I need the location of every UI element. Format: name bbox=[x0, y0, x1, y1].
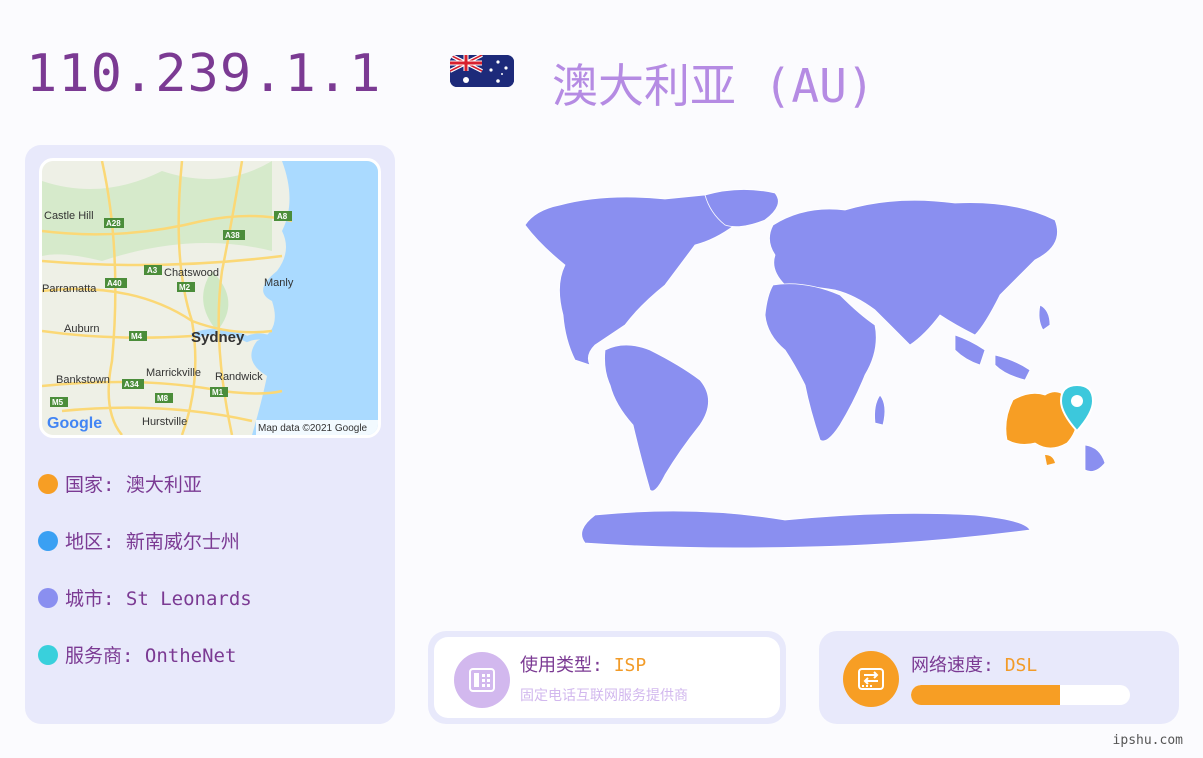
info-isp-text: 服务商: OntheNet bbox=[65, 645, 237, 667]
speed-bar bbox=[911, 685, 1130, 705]
region-dot-icon bbox=[38, 530, 58, 551]
road-shield: M4 bbox=[131, 332, 143, 341]
road-shield: A38 bbox=[225, 231, 240, 240]
world-map bbox=[455, 185, 1155, 560]
road-shield: M2 bbox=[179, 283, 191, 292]
map-label-marrickville: Marrickville bbox=[146, 367, 201, 379]
map-label-bankstown: Bankstown bbox=[56, 374, 110, 386]
map-label-parramatta: Parramatta bbox=[42, 283, 97, 295]
info-region: 地区: 新南威尔士州 bbox=[38, 527, 240, 554]
road-shield: M1 bbox=[212, 388, 224, 397]
road-shield: A8 bbox=[277, 212, 288, 221]
road-shield: M5 bbox=[52, 398, 64, 407]
map-copyright: Map data ©2021 Google bbox=[258, 423, 368, 434]
country-dot-icon bbox=[38, 473, 58, 494]
isp-dot-icon bbox=[38, 644, 58, 665]
info-country-text: 国家: 澳大利亚 bbox=[65, 474, 202, 496]
usage-type-label: 使用类型: ISP bbox=[520, 655, 647, 676]
country-title: 澳大利亚 (AU) bbox=[552, 59, 875, 113]
road-shield: A34 bbox=[124, 380, 139, 389]
network-switch-icon bbox=[843, 651, 899, 707]
sydney-map[interactable]: Castle Hill Chatswood Parramatta Manly A… bbox=[39, 158, 381, 438]
map-label-sydney: Sydney bbox=[191, 329, 245, 346]
map-label-chatswood: Chatswood bbox=[164, 267, 219, 279]
network-speed-value: DSL bbox=[1004, 655, 1038, 676]
info-city-text: 城市: St Leonards bbox=[65, 588, 252, 610]
road-shield: A28 bbox=[106, 219, 121, 228]
road-shield: A3 bbox=[147, 266, 158, 275]
map-label-auburn: Auburn bbox=[64, 323, 99, 335]
usage-type-card: 使用类型: ISP 固定电话互联网服务提供商 bbox=[428, 631, 786, 724]
location-info-card: Castle Hill Chatswood Parramatta Manly A… bbox=[25, 145, 395, 724]
info-isp: 服务商: OntheNet bbox=[38, 641, 236, 668]
info-region-text: 地区: 新南威尔士州 bbox=[65, 531, 240, 553]
speed-bar-fill bbox=[911, 685, 1060, 705]
map-label-manly: Manly bbox=[264, 277, 294, 289]
city-dot-icon bbox=[38, 587, 58, 608]
usage-type-desc: 固定电话互联网服务提供商 bbox=[520, 688, 688, 704]
ip-address: 110.239.1.1 bbox=[26, 44, 382, 104]
map-label-castle-hill: Castle Hill bbox=[44, 210, 94, 222]
usage-type-value: ISP bbox=[613, 655, 647, 676]
network-speed-card: 网络速度: DSL bbox=[819, 631, 1179, 724]
info-country: 国家: 澳大利亚 bbox=[38, 470, 202, 497]
road-shield: A40 bbox=[107, 279, 122, 288]
map-label-hurstville: Hurstville bbox=[142, 416, 187, 428]
network-speed-label: 网络速度: DSL bbox=[911, 655, 1038, 676]
site-footer: ipshu.com bbox=[1112, 733, 1183, 748]
google-logo: Google bbox=[47, 415, 102, 432]
road-shield: M8 bbox=[157, 394, 169, 403]
map-label-randwick: Randwick bbox=[215, 371, 263, 383]
info-city: 城市: St Leonards bbox=[38, 584, 252, 611]
australia-flag-icon bbox=[450, 55, 514, 87]
phone-fax-icon bbox=[454, 652, 510, 708]
